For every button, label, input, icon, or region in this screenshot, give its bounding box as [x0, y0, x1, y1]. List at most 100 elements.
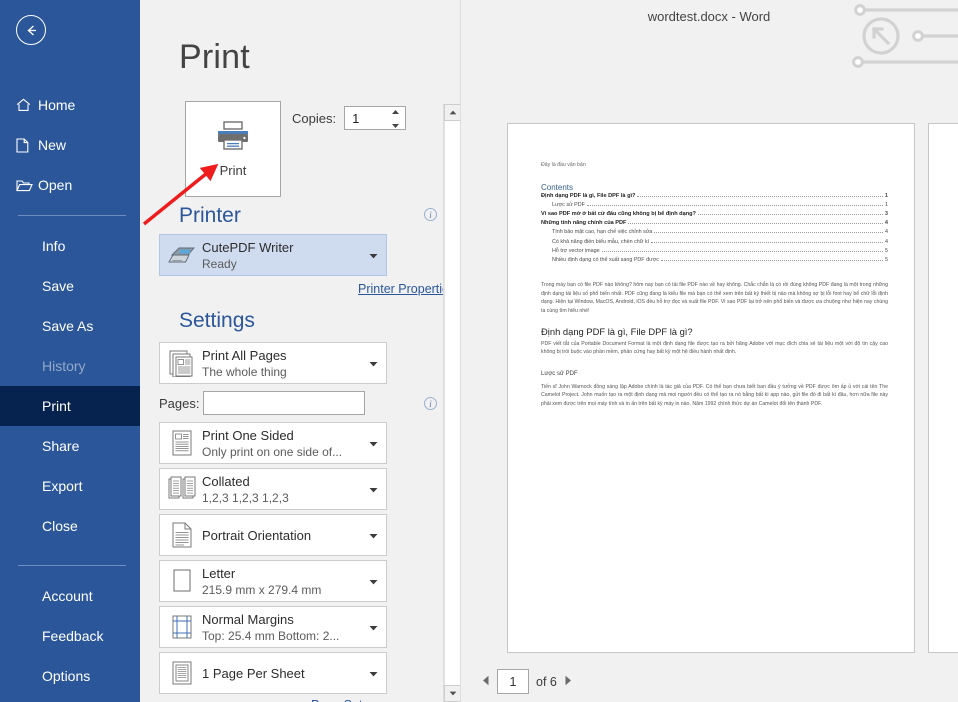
setting-orientation-text: Portrait Orientation	[200, 528, 364, 543]
pages-row: Pages:	[159, 391, 365, 415]
page-title: Print	[179, 38, 250, 76]
scroll-up-button[interactable]	[444, 104, 461, 121]
setting-subtitle: Only print on one side of...	[202, 444, 343, 459]
setting-pages-per-sheet[interactable]: 1 Page Per Sheet	[159, 652, 387, 694]
setting-subtitle: Top: 25.4 mm Bottom: 2...	[202, 628, 340, 643]
doc-heading-2: Lược sử PDF	[541, 370, 578, 377]
sidebar-item-share[interactable]: Share	[0, 426, 140, 466]
sidebar-item-export[interactable]: Export	[0, 466, 140, 506]
next-page-icon[interactable]	[564, 675, 572, 689]
sidebar-item-label: Options	[42, 668, 91, 684]
sidebar-item-account[interactable]: Account	[0, 576, 140, 616]
chevron-down-icon[interactable]	[364, 434, 382, 452]
sidebar-item-label: New	[38, 137, 67, 153]
setting-subtitle: 1,2,3 1,2,3 1,2,3	[202, 490, 289, 505]
sidebar-item-label: Print	[42, 398, 71, 414]
sidebar-item-close[interactable]: Close	[0, 506, 140, 546]
spinner-arrows[interactable]	[391, 109, 400, 129]
chevron-down-icon[interactable]	[364, 246, 382, 264]
settings-heading: Settings	[179, 309, 255, 332]
collated-icon	[164, 475, 200, 503]
printer-device-icon	[164, 244, 200, 266]
doc-paragraph-3: Tiến sĩ John Warnock đồng sáng lập Adobe…	[541, 383, 888, 407]
spinner-down-icon	[392, 124, 400, 128]
setting-collation[interactable]: Collated 1,2,3 1,2,3 1,2,3	[159, 468, 387, 510]
chevron-down-icon[interactable]	[364, 526, 382, 544]
print-button[interactable]: Print	[185, 101, 281, 197]
doc-header-line: Đây là đầu văn bản	[541, 162, 586, 168]
sidebar-item-save[interactable]: Save	[0, 266, 140, 306]
setting-print-range-text: Print All Pages The whole thing	[200, 348, 364, 379]
setting-print-range[interactable]: Print All Pages The whole thing	[159, 342, 387, 384]
setting-one-sided[interactable]: Print One Sided Only print on one side o…	[159, 422, 387, 464]
sidebar-item-label: Account	[42, 588, 93, 604]
toc-leader	[628, 223, 883, 225]
document-page-preview-next[interactable]	[928, 123, 958, 653]
copies-stepper[interactable]: 1	[344, 106, 407, 130]
doc-contents-heading: Contents	[541, 182, 574, 192]
toc-entry: Nhiều định dạng có thể xuất sang PDF đượ…	[541, 257, 888, 263]
portrait-icon	[164, 521, 200, 549]
sidebar-item-label: Share	[42, 438, 80, 454]
document-page-preview[interactable]: Đây là đầu văn bản Contents Định dạng PD…	[507, 123, 915, 653]
prev-page-icon[interactable]	[482, 675, 490, 689]
sidebar-item-info[interactable]: Info	[0, 226, 140, 266]
toc-leader	[601, 250, 883, 252]
scrollbar-track[interactable]	[444, 121, 461, 685]
pages-info-icon[interactable]: i	[424, 397, 437, 410]
backstage-sidebar: Home New Open Info Save Save As History …	[0, 0, 140, 702]
toc-entry-text: Định dạng PDF là gì, File DPF là gì?	[541, 192, 636, 199]
chevron-down-icon[interactable]	[364, 480, 382, 498]
toc-entry-text: Những tính năng chính của PDF	[541, 220, 627, 227]
chevron-down-icon[interactable]	[364, 354, 382, 372]
setting-one-sided-text: Print One Sided Only print on one side o…	[200, 428, 364, 459]
word-print-backstage: Home New Open Info Save Save As History …	[0, 0, 958, 702]
printer-name: CutePDF Writer	[202, 239, 294, 255]
sidebar-item-new[interactable]: New	[0, 125, 140, 165]
chevron-down-icon[interactable]	[364, 572, 382, 590]
toc-leader	[654, 232, 883, 234]
sidebar-item-feedback[interactable]: Feedback	[0, 616, 140, 656]
printer-info-icon[interactable]: i	[424, 208, 437, 221]
toc-entry: Vì sao PDF mở ở bất cứ đâu cũng không bị…	[541, 211, 888, 217]
toc-entry: Tính bảo mật cao, hạn chế việc chỉnh sửa…	[541, 229, 888, 235]
setting-title: Print One Sided	[202, 427, 294, 443]
sidebar-divider-bottom	[18, 565, 126, 566]
toc-entry: Những tính năng chính của PDF 4	[541, 220, 888, 226]
margins-icon	[164, 613, 200, 641]
sidebar-item-open[interactable]: Open	[0, 165, 140, 205]
pages-input[interactable]	[203, 391, 365, 415]
pages-label: Pages:	[159, 395, 200, 411]
printer-selector[interactable]: CutePDF Writer Ready	[159, 234, 387, 276]
toc-entry-page: 1	[885, 201, 888, 208]
sidebar-item-print[interactable]: Print	[0, 386, 140, 426]
folder-icon	[16, 179, 38, 192]
sidebar-item-label: Export	[42, 478, 83, 494]
back-arrow-icon[interactable]	[16, 15, 46, 45]
document-content: Đây là đầu văn bản Contents Định dạng PD…	[541, 162, 888, 408]
print-preview-pane: wordtest.docx - Word Đây là đầu văn bản	[460, 0, 958, 702]
sidebar-item-label: Close	[42, 518, 78, 534]
page-setup-link[interactable]: Page Setup	[311, 698, 376, 702]
printer-heading: Printer	[179, 204, 241, 227]
setting-title: Letter	[202, 565, 236, 581]
chevron-down-icon[interactable]	[364, 664, 382, 682]
sidebar-item-options[interactable]: Options	[0, 656, 140, 696]
setting-title: Portrait Orientation	[202, 527, 312, 543]
toc-entry-page: 5	[885, 247, 888, 254]
setting-pages-per-sheet-text: 1 Page Per Sheet	[200, 666, 364, 681]
sidebar-item-home[interactable]: Home	[0, 85, 140, 125]
sidebar-divider-top	[18, 215, 126, 216]
current-page-input[interactable]: 1	[497, 669, 529, 694]
toc-entry: Có khả năng điền biểu mẫu, chèn chữ kí 4	[541, 239, 888, 245]
setting-paper-size[interactable]: Letter 215.9 mm x 279.4 mm	[159, 560, 387, 602]
setting-margins-text: Normal Margins Top: 25.4 mm Bottom: 2...	[200, 612, 364, 643]
setting-orientation[interactable]: Portrait Orientation	[159, 514, 387, 556]
chevron-down-icon[interactable]	[364, 618, 382, 636]
printer-properties-link[interactable]: Printer Properties	[358, 282, 455, 296]
pages-per-sheet-icon	[164, 659, 200, 687]
sidebar-item-save-as[interactable]: Save As	[0, 306, 140, 346]
setting-margins[interactable]: Normal Margins Top: 25.4 mm Bottom: 2...	[159, 606, 387, 648]
settings-scrollbar[interactable]	[443, 104, 461, 702]
scroll-down-button[interactable]	[444, 685, 461, 702]
